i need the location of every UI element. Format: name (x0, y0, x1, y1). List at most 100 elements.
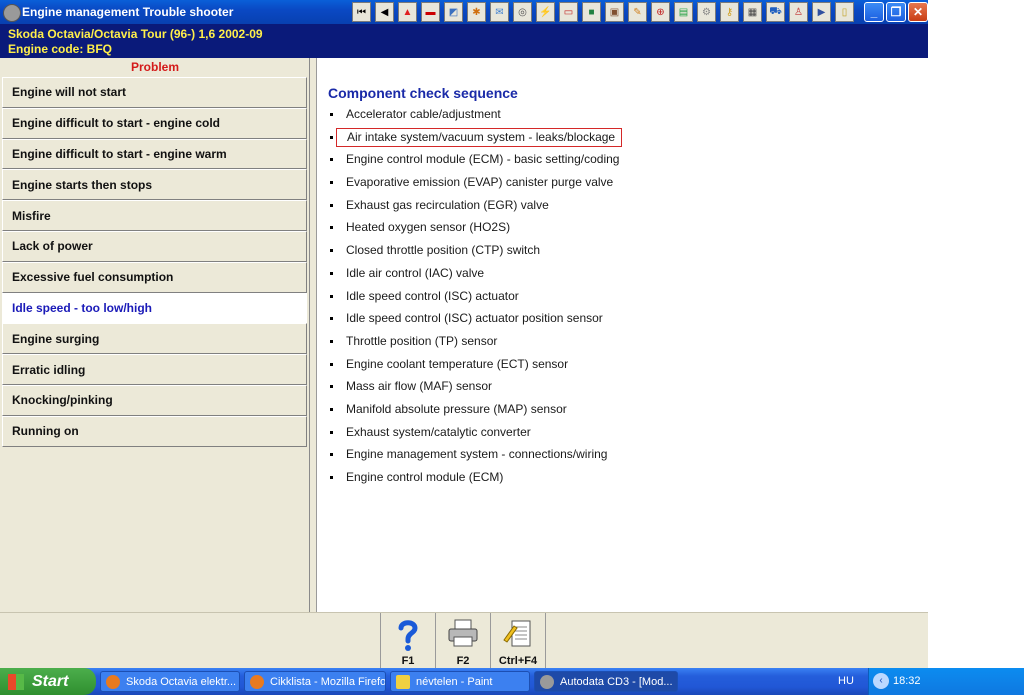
component-label: Engine control module (ECM) - basic sett… (346, 152, 620, 167)
bullet-icon (330, 181, 333, 185)
problem-list: Engine will not start Engine difficult to… (2, 77, 307, 447)
document-icon[interactable]: ▯ (835, 2, 854, 22)
component-item[interactable]: Idle speed control (ISC) actuator (327, 287, 622, 310)
component-label: Evaporative emission (EVAP) canister pur… (346, 175, 614, 190)
firefox-icon (250, 674, 264, 689)
battery-icon[interactable]: ▭ (559, 2, 578, 22)
first-record-icon[interactable]: ⏮ (352, 2, 371, 22)
notepad-pencil-icon (503, 620, 531, 647)
person-icon[interactable]: ♙ (789, 2, 808, 22)
flag-icon[interactable]: ▬ (421, 2, 440, 22)
printer-icon (448, 619, 478, 647)
component-panel: Component check sequence Accelerator cab… (316, 58, 928, 612)
bullet-icon (330, 271, 333, 275)
tray-expand-icon[interactable]: ‹ (873, 673, 889, 689)
problem-panel: Problem Engine will not start Engine diff… (0, 58, 310, 612)
component-item[interactable]: Engine coolant temperature (ECT) sensor (327, 355, 622, 378)
component-label: Engine management system - connections/w… (346, 447, 608, 462)
notes-button[interactable]: Ctrl+F4 (491, 613, 546, 668)
service-icon[interactable]: ✉ (490, 2, 509, 22)
car-icon[interactable]: ▶ (812, 2, 831, 22)
vehicle-icon[interactable]: ⛟ (766, 2, 785, 22)
component-item[interactable]: Engine control module (ECM) (327, 468, 622, 491)
plug-icon[interactable]: ⊕ (651, 2, 670, 22)
bullet-icon (330, 158, 333, 162)
component-item[interactable]: Mass air flow (MAF) sensor (327, 377, 622, 400)
task-cikklista-firefox[interactable]: Cikklista - Mozilla Firefox (244, 671, 386, 692)
component-label: Exhaust system/catalytic converter (346, 424, 531, 439)
start-label: Start (32, 672, 69, 690)
taskbar: Start Skoda Octavia elektr... Cikklista … (0, 668, 1024, 695)
component-item[interactable]: Idle air control (IAC) valve (327, 264, 622, 287)
problem-item[interactable]: Misfire (2, 200, 307, 231)
component-item[interactable]: Throttle position (TP) sensor (327, 332, 622, 355)
clock: 18:32 (893, 675, 921, 687)
bullet-icon (330, 317, 333, 321)
electrical-icon[interactable]: ⚡ (536, 2, 555, 22)
bullet-icon (330, 430, 333, 434)
maximize-button[interactable]: ❐ (886, 2, 906, 22)
task-autodata[interactable]: Autodata CD3 - [Mod... (534, 671, 678, 692)
help-question-icon (398, 620, 418, 651)
problem-item[interactable]: Idle speed - too low/high (2, 292, 307, 324)
firefox-icon (106, 674, 120, 689)
problem-item[interactable]: Engine difficult to start - engine warm (2, 138, 307, 170)
key-icon[interactable]: ⚷ (720, 2, 739, 22)
bullet-icon (330, 362, 333, 366)
problem-item[interactable]: Engine starts then stops (2, 169, 307, 201)
component-item[interactable]: Engine control module (ECM) - basic sett… (327, 150, 622, 173)
print-button[interactable]: F2 (436, 613, 491, 668)
minimize-button[interactable]: _ (864, 2, 884, 22)
component-item[interactable]: Exhaust gas recirculation (EGR) valve (327, 196, 622, 219)
gauge-icon[interactable]: ▤ (674, 2, 693, 22)
component-item[interactable]: Idle speed control (ISC) actuator positi… (327, 309, 622, 332)
component-item[interactable]: Evaporative emission (EVAP) canister pur… (327, 173, 622, 196)
system-tray: ‹ 18:32 (868, 668, 1024, 695)
component-item[interactable]: Manifold absolute pressure (MAP) sensor (327, 400, 622, 423)
warning-icon[interactable]: ▲ (398, 2, 417, 22)
problem-item[interactable]: Lack of power (2, 230, 307, 262)
component-item[interactable]: Closed throttle position (CTP) switch (327, 241, 622, 264)
bullet-icon (330, 294, 333, 298)
problem-header: Problem (130, 60, 179, 74)
problem-item[interactable]: Engine difficult to start - engine cold (2, 107, 307, 139)
vehicle-info-bar: Skoda Octavia/Octavia Tour (96-) 1,6 200… (0, 24, 928, 58)
start-button[interactable]: Start (0, 668, 96, 695)
component-item[interactable]: Exhaust system/catalytic converter (327, 423, 622, 446)
task-label: névtelen - Paint (416, 675, 493, 688)
task-skoda-firefox[interactable]: Skoda Octavia elektr... (100, 671, 240, 692)
problem-item[interactable]: Engine surging (2, 323, 307, 355)
previous-icon[interactable]: ◀ (375, 2, 394, 22)
repair-icon[interactable]: ✎ (628, 2, 647, 22)
task-paint[interactable]: névtelen - Paint (390, 671, 530, 692)
settings-icon[interactable]: ⚙ (697, 2, 716, 22)
diagram-icon[interactable]: ◩ (444, 2, 463, 22)
component-icon[interactable]: ■ (582, 2, 601, 22)
problem-item[interactable]: Excessive fuel consumption (2, 261, 307, 293)
problem-item[interactable]: Erratic idling (2, 354, 307, 385)
wheel-icon[interactable]: ◎ (513, 2, 532, 22)
help-button[interactable]: F1 (381, 613, 436, 668)
component-item[interactable]: Engine management system - connections/w… (327, 445, 622, 468)
tools-icon[interactable]: ✱ (467, 2, 486, 22)
engine-icon[interactable]: ▣ (605, 2, 624, 22)
section-title: Component check sequence (328, 85, 518, 101)
problem-item[interactable]: Knocking/pinking (2, 384, 307, 416)
close-button[interactable]: ✕ (908, 2, 928, 22)
chip-icon[interactable]: ▦ (743, 2, 762, 22)
problem-item[interactable]: Engine will not start (2, 77, 307, 108)
component-item[interactable]: Accelerator cable/adjustment (327, 105, 622, 128)
function-key-bar: F1 F2 Ctrl+F4 (0, 612, 928, 668)
bullet-icon (330, 339, 333, 343)
language-indicator[interactable]: HU (838, 675, 854, 687)
bullet-icon (330, 226, 333, 230)
bullet-icon (330, 385, 333, 389)
problem-item[interactable]: Running on (2, 415, 307, 447)
bullet-icon (330, 135, 333, 139)
component-label: Engine control module (ECM) (346, 470, 504, 484)
f2-label: F2 (456, 655, 470, 667)
component-list: Accelerator cable/adjustment Air intake s… (327, 105, 623, 491)
component-label: Mass air flow (MAF) sensor (346, 379, 493, 394)
component-item[interactable]: Air intake system/vacuum system - leaks/… (327, 127, 623, 151)
component-item[interactable]: Heated oxygen sensor (HO2S) (327, 218, 622, 241)
